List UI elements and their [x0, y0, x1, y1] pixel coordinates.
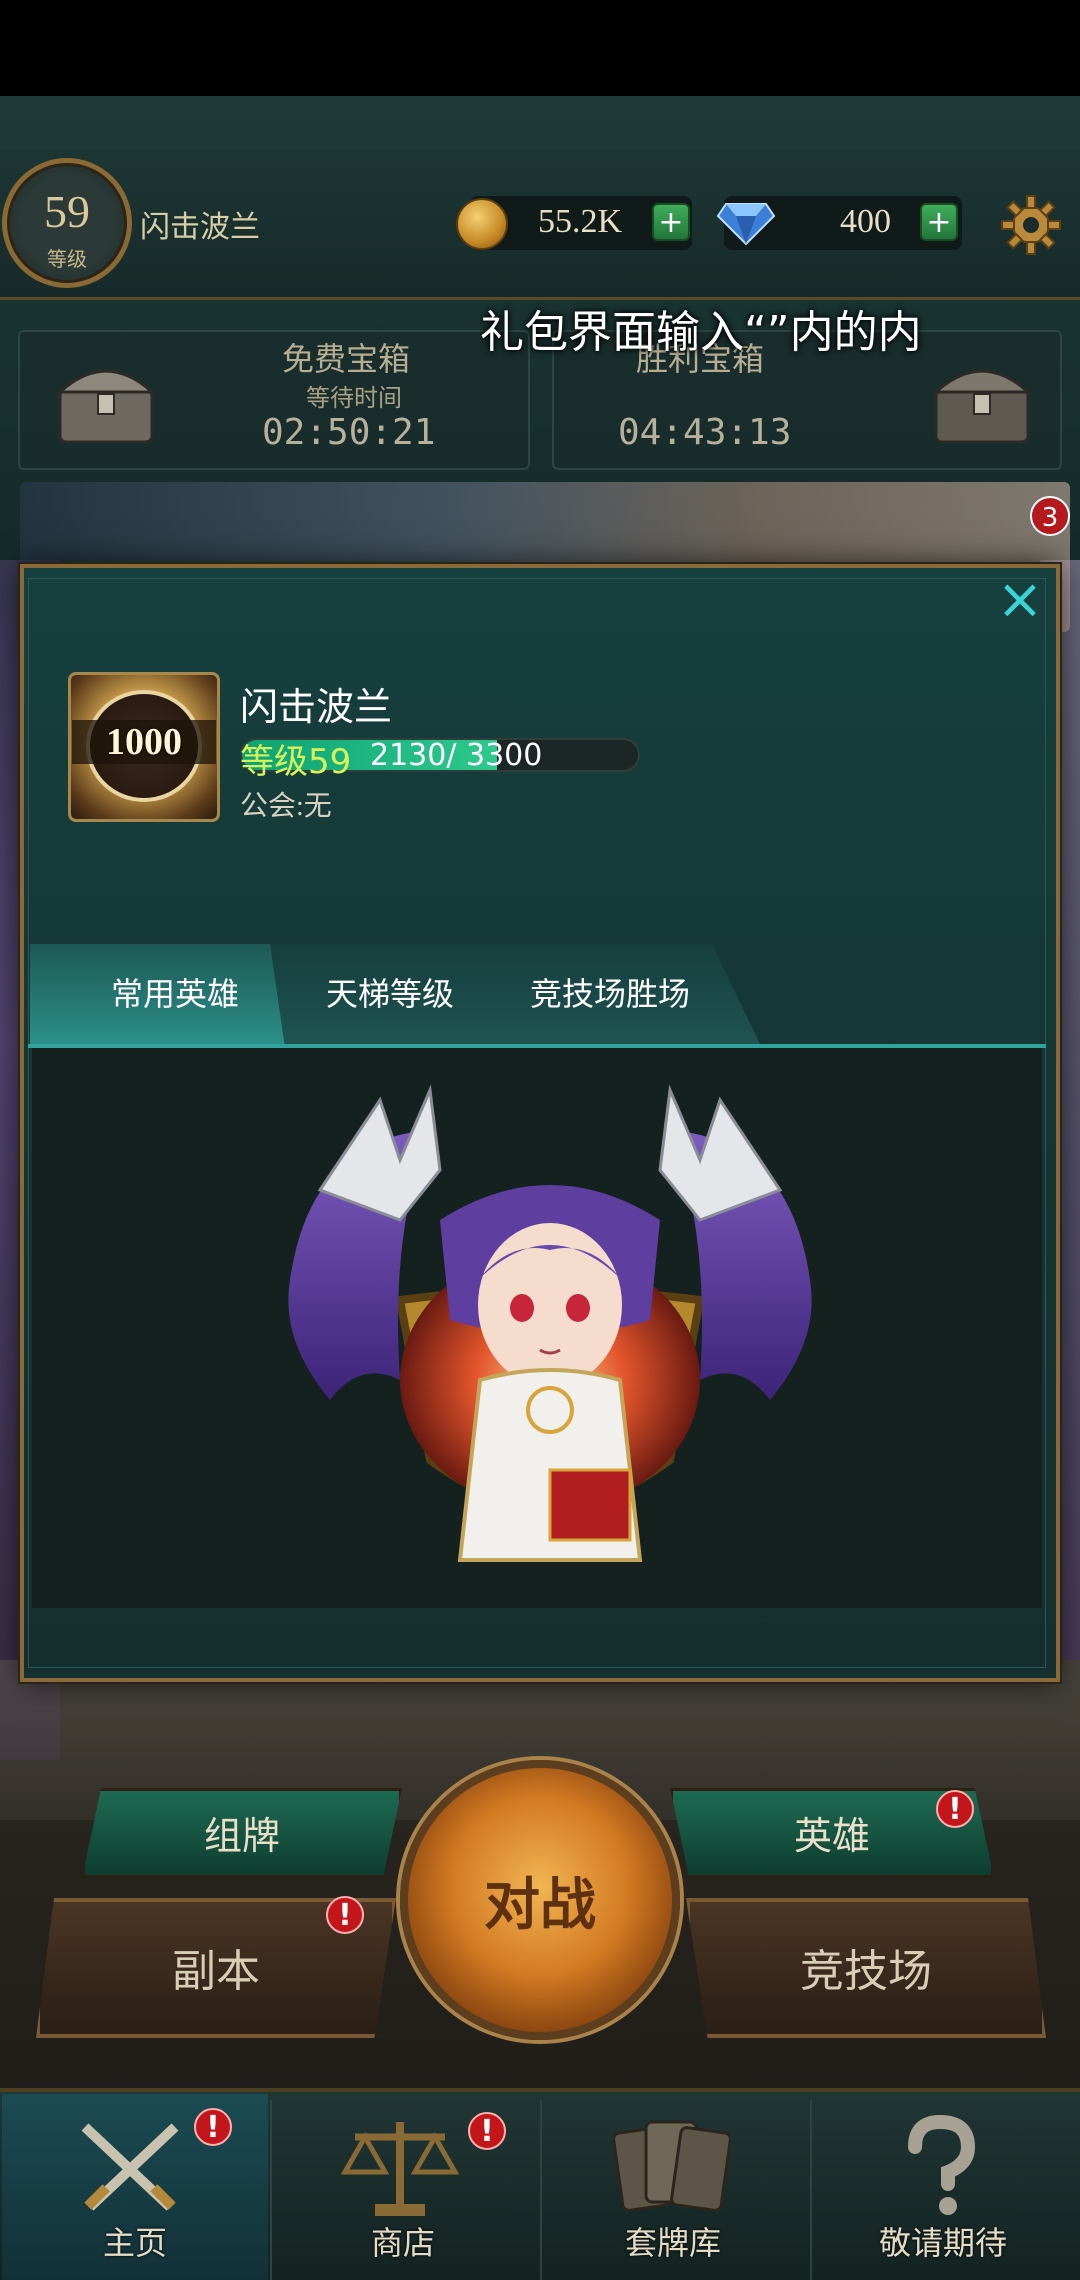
status-bar-area — [0, 0, 1080, 96]
gold-value: 55.2K — [538, 203, 623, 240]
gem-value: 400 — [840, 203, 891, 240]
nav-coming-soon-label: 敬请期待 — [878, 2224, 1007, 2262]
cards-icon — [612, 2120, 730, 2212]
close-button[interactable]: × — [990, 570, 1050, 630]
chest-icon — [932, 369, 1032, 444]
nav-home-label: 主页 — [102, 2224, 167, 2262]
nav-shop-label: 商店 — [370, 2224, 435, 2262]
event-notification-badge: 3 — [1030, 496, 1070, 536]
profile-player-name: 闪击波兰 — [240, 685, 393, 729]
player-name[interactable]: 闪击波兰 — [140, 202, 260, 246]
player-level-label: 等级 — [47, 247, 87, 271]
diamond-icon — [716, 203, 776, 246]
home-alert-badge: ! — [194, 2108, 232, 2146]
shop-alert-badge: ! — [468, 2112, 506, 2150]
free-chest-title: 免费宝箱 — [282, 340, 411, 378]
experience-text: 2130/ 3300 — [370, 738, 543, 773]
crossed-swords-icon — [81, 2123, 179, 2211]
profile-level: 等级59 — [240, 742, 352, 782]
add-gem-button[interactable]: + — [920, 203, 958, 241]
tab-underline — [28, 1044, 1046, 1048]
nav-deck-library-label: 套牌库 — [624, 2224, 721, 2262]
free-chest-timer: 02:50:21 — [262, 412, 436, 453]
add-gold-button[interactable]: + — [652, 203, 690, 241]
rank-value: 1000 — [72, 720, 216, 764]
overlay-hint-text: 礼包界面输入“”内的内 — [480, 307, 922, 358]
dungeon-alert-badge: ! — [326, 1896, 364, 1934]
question-icon — [908, 2114, 976, 2215]
player-level-badge[interactable]: 59 等级 — [2, 158, 132, 288]
heroes-alert-badge: ! — [936, 1790, 974, 1828]
tab-arena-wins[interactable]: 竞技场胜场 — [460, 944, 760, 1044]
gold-coin-icon — [456, 198, 508, 250]
player-level-number: 59 — [44, 186, 90, 237]
gear-icon[interactable] — [1000, 194, 1062, 256]
game-screen: 59 等级 闪击波兰 55.2K + 400 + 免费宝箱 等待时间 02:50… — [0, 0, 1080, 2280]
arena-button[interactable]: 竞技场 — [686, 1898, 1046, 2038]
free-chest-subtitle: 等待时间 — [306, 384, 402, 412]
chest-icon — [56, 369, 156, 444]
guild-label: 公会:无 — [240, 791, 332, 822]
battle-button-label: 对战 — [484, 1875, 596, 1937]
victory-chest-timer: 04:43:13 — [618, 412, 792, 453]
scales-icon — [340, 2122, 460, 2216]
deck-build-button[interactable]: 组牌 — [82, 1788, 402, 1878]
hero-portrait[interactable] — [250, 1080, 850, 1580]
